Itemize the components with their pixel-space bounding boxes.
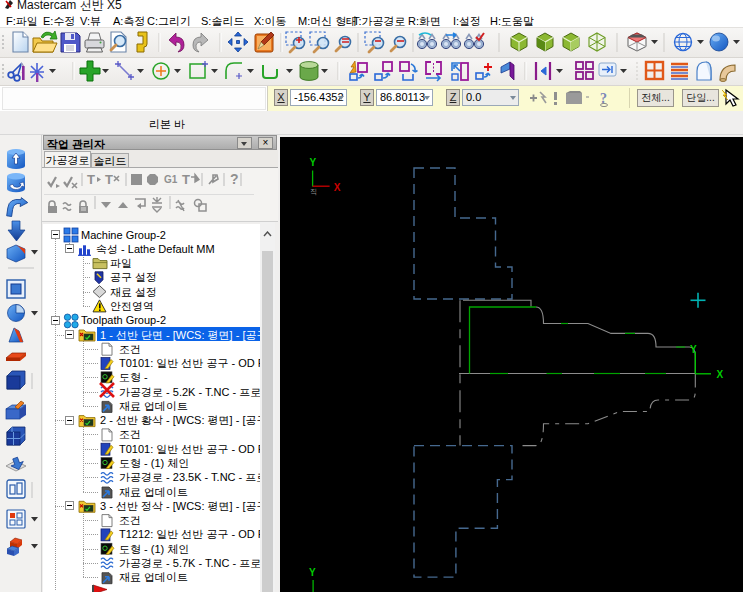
svg-text:X: X [717, 369, 724, 380]
svg-text:Y: Y [690, 344, 697, 355]
svg-text:Y: Y [309, 567, 316, 578]
svg-text:Y: Y [310, 157, 317, 168]
svg-text:직: 직 [310, 188, 317, 196]
svg-text:?: ? [230, 171, 239, 187]
svg-text:G1: G1 [164, 174, 178, 185]
svg-text:X: X [334, 182, 341, 193]
svg-text:T: T [87, 172, 95, 187]
svg-text:T: T [105, 172, 113, 187]
svg-text:T: T [182, 172, 190, 187]
